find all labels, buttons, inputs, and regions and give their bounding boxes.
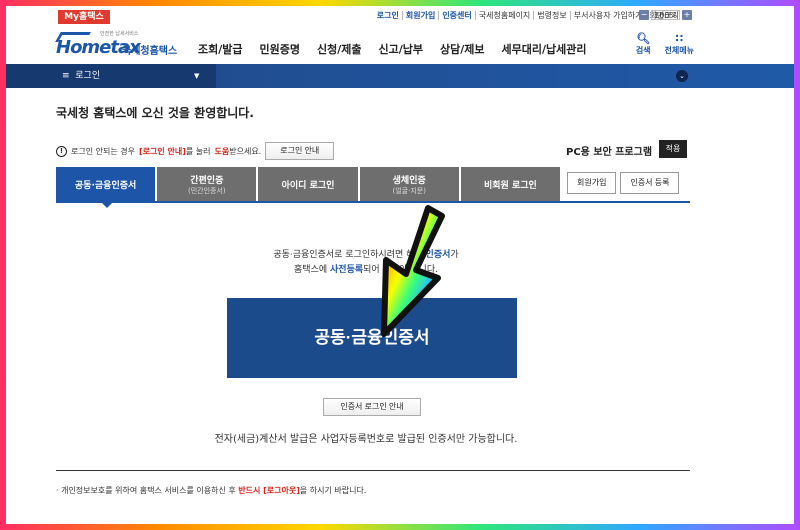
notice-red-login-guide: [로그인 안내] (138, 146, 186, 156)
info-icon: ! (56, 145, 67, 157)
utility-bar: My홈택스 로그인 회원가입 인증센터 국세청홈페이지 법령정보 부서사용자 가… (6, 6, 794, 26)
signup-button[interactable]: 회원가입 (567, 172, 617, 194)
logout-reminder: · 개인정보보호를 위하여 홈택스 서비스를 이용하신 후 반드시 [로그아웃]… (56, 485, 366, 496)
nav-item-apply[interactable]: 신청/제출 (317, 41, 362, 57)
login-help-notice: ! 로그인 안되는 경우 [로그인 안내] 를 눌러 도움 받으세요. 로그인 … (56, 142, 335, 160)
side-buttons: 회원가입 인증서 등록 (567, 172, 680, 194)
tab-underline (56, 201, 690, 203)
zoom-control: − 100% + (639, 10, 692, 20)
chevron-down-icon: ▼ (194, 72, 200, 80)
nav-item-report-pay[interactable]: 신고/납부 (378, 41, 423, 57)
login-guide-button[interactable]: 로그인 안내 (265, 142, 335, 160)
hometax-login-page: My홈택스 로그인 회원가입 인증센터 국세청홈페이지 법령정보 부서사용자 가… (6, 6, 794, 524)
tab-label: 아이디 로그인 (281, 180, 335, 191)
tab-sublabel: (얼굴·지문) (392, 186, 426, 195)
location-bar: ≡ 로그인 ▼ ⌄ (6, 64, 794, 88)
pc-security-apply-button[interactable]: 적용 (659, 140, 687, 158)
all-menu-button[interactable]: ∷ 전체메뉴 (665, 32, 694, 56)
tab-biometric[interactable]: 생체인증 (얼굴·지문) (359, 167, 459, 201)
notice-suffix: 받으세요. (229, 146, 262, 156)
tab-label: 간편인증 (190, 175, 224, 186)
tab-label: 비회원 로그인 (484, 180, 537, 191)
expand-circle-icon[interactable]: ⌄ (676, 70, 688, 82)
reminder-highlight: 반드시 [로그아웃] (238, 486, 300, 495)
tab-sublabel: (민간인증서) (187, 186, 226, 195)
search-label: 검색 (635, 46, 651, 55)
cert-register-button[interactable]: 인증서 등록 (620, 172, 680, 194)
tab-joint-financial-cert[interactable]: 공동·금융인증서 (56, 167, 156, 208)
nav-item-tax-agent[interactable]: 세무대리/납세관리 (501, 41, 586, 57)
page-title: 국세청 홈택스에 오신 것을 환영합니다. (56, 106, 254, 120)
tab-label: 생체인증 (392, 175, 426, 186)
einvoice-note: 전자(세금)계산서 발급은 사업자등록번호로 발급된 인증서만 가능합니다. (214, 434, 518, 445)
logo-subtitle: 국세청홈택스 (122, 46, 178, 57)
tab-label: 공동·금융인증서 (74, 180, 137, 191)
hometax-logo[interactable]: 안전한 납세서비스 Hometax 국세청홈택스 (55, 30, 186, 62)
search-button[interactable]: 🔍︎ 검색 (636, 32, 651, 56)
util-link-signup[interactable]: 회원가입 (403, 11, 440, 20)
main-header: 안전한 납세서비스 Hometax 국세청홈택스 조회/발급 민원증명 신청/제… (6, 26, 794, 66)
reminder-text: · 개인정보보호를 위하여 홈택스 서비스를 이용하신 후 (56, 486, 236, 495)
util-link-cert-center[interactable]: 인증센터 (439, 11, 476, 20)
pointer-arrow-icon (381, 205, 445, 337)
cert-login-guide-button[interactable]: 인증서 로그인 안내 (323, 398, 421, 416)
search-icon: 🔍︎ (636, 32, 651, 45)
nav-item-certificates[interactable]: 민원증명 (260, 41, 300, 57)
my-hometax-button[interactable]: My홈택스 (58, 10, 110, 24)
divider (56, 470, 690, 471)
pc-security-label: PC용 보안 프로그램 (566, 147, 653, 158)
utility-links: 로그인 회원가입 인증센터 국세청홈페이지 법령정보 부서사용자 가입하기 화면… (374, 11, 682, 20)
tab-non-member[interactable]: 비회원 로그인 (460, 167, 561, 201)
location-dropdown[interactable]: ≡ 로그인 (6, 64, 216, 88)
zoom-out-button[interactable]: − (639, 10, 650, 20)
util-link-nts-home[interactable]: 국세청홈페이지 (476, 11, 535, 20)
global-nav: 조회/발급 민원증명 신청/제출 신고/납부 상담/제보 세무대리/납세관리 (198, 41, 586, 57)
notice-prefix: 로그인 안되는 경우 (71, 146, 135, 156)
login-method-tabs: 공동·금융인증서 간편인증 (민간인증서) 아이디 로그인 생체인증 (얼굴·지… (56, 167, 561, 208)
zoom-in-button[interactable]: + (682, 10, 692, 20)
nav-item-consult[interactable]: 상담/제보 (440, 41, 485, 57)
util-link-login[interactable]: 로그인 (374, 11, 403, 20)
all-menu-label: 전체메뉴 (664, 46, 694, 55)
notice-mid: 를 눌러 (185, 146, 211, 156)
hamburger-icon: ≡ (62, 71, 70, 81)
zoom-value: 100% (651, 10, 680, 20)
desc-highlight: 사전등록 (330, 265, 364, 275)
tab-id-login[interactable]: 아이디 로그인 (258, 167, 358, 201)
location-label: 로그인 (75, 71, 101, 81)
desc-text: 홈택스에 (294, 265, 328, 275)
util-link-law-info[interactable]: 법령정보 (534, 11, 571, 20)
logo-tagline: 안전한 납세서비스 (100, 31, 139, 37)
notice-red-help: 도움 (214, 146, 230, 156)
grid-menu-icon: ∷ (675, 32, 684, 45)
tab-simple-auth[interactable]: 간편인증 (민간인증서) (157, 167, 257, 201)
header-icons: 🔍︎ 검색 ∷ 전체메뉴 (636, 32, 694, 56)
util-link-dept-user[interactable]: 부서사용자 가입하기 (571, 11, 647, 20)
reminder-text: 을 하시기 바랍니다. (299, 486, 367, 495)
nav-item-inquiry[interactable]: 조회/발급 (198, 41, 243, 57)
